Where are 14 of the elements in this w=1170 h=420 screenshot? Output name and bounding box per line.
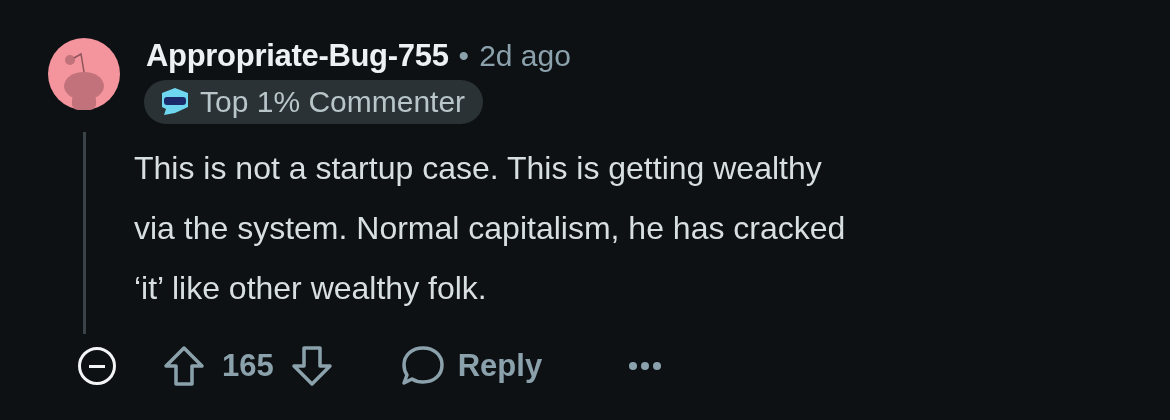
badge-label: Top 1% Commenter	[200, 85, 466, 119]
avatar[interactable]	[48, 38, 120, 110]
comment-text: This is not a startup case. This is getting wealthy via the system. Normal capitalism, he has cracked ‘it’ like other wealthy folk.	[134, 149, 847, 308]
vote-count: 165	[222, 348, 274, 384]
collapse-button[interactable]	[78, 347, 116, 385]
upvote-button[interactable]	[162, 344, 206, 388]
downvote-button[interactable]	[289, 344, 334, 388]
username[interactable]: Appropriate-Bug-755	[146, 38, 449, 74]
minus-icon	[89, 364, 105, 368]
reply-button[interactable]: Reply	[399, 344, 543, 388]
speech-bubble-icon	[399, 344, 446, 388]
separator-dot: •	[458, 39, 470, 73]
more-options-button[interactable]	[628, 361, 663, 371]
timestamp: 2d ago	[479, 39, 571, 73]
